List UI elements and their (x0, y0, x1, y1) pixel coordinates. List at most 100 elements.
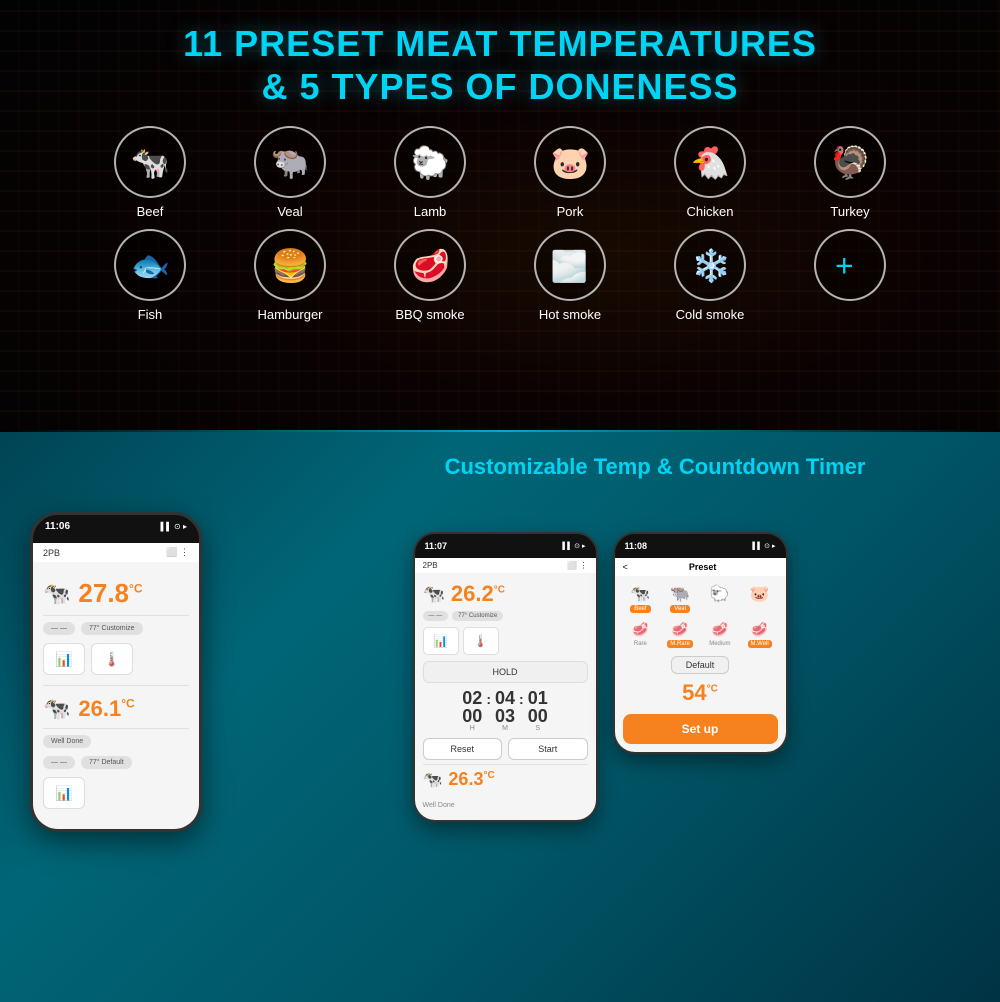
meat-item-fish: 🐟 Fish (95, 229, 205, 322)
doneness-mwell-tag[interactable]: M.Well (748, 640, 772, 648)
phone-1-probe1: 🐄 27.8°C (43, 572, 189, 616)
coldsmoke-icon: ❄️ (688, 243, 732, 287)
phone-1-animal1: 🐄 (43, 581, 70, 607)
phone-2-timer-buttons: Reset Start (423, 738, 588, 760)
top-section: 11 PRESET MEAT TEMPERATURES & 5 TYPES OF… (0, 0, 1000, 430)
svg-text:🦃: 🦃 (831, 145, 870, 181)
phone-1-pill1: — — (43, 622, 75, 635)
phone-2-sub1: — — 77° Customize (423, 611, 588, 621)
svg-text:🐄: 🐄 (131, 145, 170, 181)
phone-2: 11:07 ▌▌ ⊙ ▸ 2PB ⬜ ⋮ 🐄 26.2°C — — (413, 532, 598, 982)
doneness-medium-tag[interactable]: Medium (706, 640, 733, 648)
animal-pork-icon: 🐷 (750, 584, 770, 604)
lamb-label: Lamb (414, 204, 447, 219)
phone-2-outer: 11:07 ▌▌ ⊙ ▸ 2PB ⬜ ⋮ 🐄 26.2°C — — (413, 532, 598, 822)
setup-btn[interactable]: Set up (623, 714, 778, 744)
timer-m-sub: 04 (495, 689, 515, 707)
animal-veal: 🐃 Veal (662, 584, 698, 613)
phone-3-back[interactable]: < (623, 562, 628, 572)
phone-1-chart-btn2[interactable]: 📊 (43, 777, 85, 809)
meat-item-coldsmoke: ❄️ Cold smoke (655, 229, 765, 322)
phone-3-time: 11:08 (625, 541, 648, 551)
fish-icon: 🐟 (128, 243, 172, 287)
preset-temp-display: 54°C (623, 680, 778, 706)
phone-2-probe1: 🐄 26.2°C (423, 581, 588, 607)
turkey-label: Turkey (830, 204, 869, 219)
meat-item-pork: 🐷 Pork (515, 126, 625, 219)
svg-text:🐟: 🐟 (131, 248, 170, 284)
pork-icon-circle: 🐷 (534, 126, 606, 198)
phone-2-temp-btn[interactable]: 🌡️ (463, 627, 499, 655)
default-btn[interactable]: Default (671, 656, 730, 674)
bottom-section: Customizable Temp & Countdown Timer 11:0… (0, 432, 1000, 1002)
timer-h-col: 02 00 H (462, 689, 482, 732)
coldsmoke-label: Cold smoke (676, 307, 745, 322)
phone-2-chart-btn[interactable]: 📊 (423, 627, 459, 655)
meat-row-2: 🐟 Fish 🍔 Hamburger 🥩 BBQ smoke 🌫️ (40, 229, 960, 322)
phone-2-customize1: 77° Customize (452, 611, 503, 621)
phone-1-doneness2: Well Done (43, 735, 91, 748)
timer-s: 00 (528, 707, 548, 725)
timer-sep2: : (519, 689, 524, 732)
fish-label: Fish (138, 307, 163, 322)
phone-2-status: ▌▌ ⊙ ▸ (562, 542, 585, 550)
phone-1-body: 🐄 27.8°C — — 77° Customize 📊 🌡️ 🐄 (33, 562, 199, 829)
animal-pork-tag[interactable]: Pork (749, 605, 769, 613)
timer-h-sub: 02 (462, 689, 482, 707)
phone-2-temp1: 26.2°C (451, 581, 505, 607)
animal-veal-icon: 🐃 (670, 584, 690, 604)
doneness-mrare-tag[interactable]: M.Rare (667, 640, 693, 648)
phone-1-temp-btn[interactable]: 🌡️ (91, 643, 133, 675)
phone-1-sub2: Well Done (43, 735, 189, 748)
animal-lamb-tag[interactable]: Lamb (708, 605, 731, 613)
main-title: 11 PRESET MEAT TEMPERATURES & 5 TYPES OF… (0, 0, 1000, 108)
phone-1-default2: 77° Default (81, 756, 132, 769)
phone-3-status: ▌▌ ⊙ ▸ (752, 542, 775, 550)
pork-label: Pork (557, 204, 584, 219)
veal-icon-circle: 🐃 (254, 126, 326, 198)
doneness-rare: 🥩 Rare (623, 621, 659, 648)
svg-text:🐃: 🐃 (271, 145, 310, 181)
doneness-mrare-icon: 🥩 (671, 621, 688, 638)
phone-2-start-btn[interactable]: Start (508, 738, 588, 760)
chicken-label: Chicken (687, 204, 734, 219)
svg-text:❄️: ❄️ (692, 248, 731, 284)
animal-pork: 🐷 Pork (742, 584, 778, 613)
phone-1-btns1: 📊 🌡️ (43, 643, 189, 675)
mid-phones: 11:07 ▌▌ ⊙ ▸ 2PB ⬜ ⋮ 🐄 26.2°C — — (230, 532, 970, 982)
phone-1-outer: 11:06 ▌▌ ⊙ ▸ 2PB ⬜ ⋮ 🐄 27.8°C — — 77 (30, 512, 202, 832)
phone-1-temp2: 26.1°C (78, 696, 134, 722)
timer-h-label: H (470, 725, 475, 732)
phone-2-doneness2: Well Done (423, 802, 455, 809)
chicken-icon: 🐔 (688, 140, 732, 184)
phone-2-header: 2PB ⬜ ⋮ (415, 558, 596, 573)
doneness-rare-tag[interactable]: Rare (631, 640, 650, 648)
timer-s-sub: 01 (528, 689, 548, 707)
animal-veal-tag[interactable]: Veal (670, 605, 690, 613)
doneness-rare-icon: 🥩 (632, 621, 649, 638)
doneness-medium: 🥩 Medium (702, 621, 738, 648)
phone-2-toggle: ⬜ ⋮ (567, 561, 587, 570)
bbqsmoke-icon: 🥩 (408, 243, 452, 287)
doneness-mwell-icon: 🥩 (751, 621, 768, 638)
phone-2-hold-btn[interactable]: HOLD (423, 661, 588, 683)
phone-2-temp2: 26.3°C (448, 769, 494, 790)
phone-2-notchbar: 11:07 ▌▌ ⊙ ▸ (415, 534, 596, 558)
timer-s-col: 01 00 S (528, 689, 548, 732)
phone-1-divider (43, 685, 189, 686)
phone-3: 11:08 ▌▌ ⊙ ▸ < Preset 🐄 Beef � (613, 532, 788, 982)
doneness-medium-icon: 🥩 (711, 621, 728, 638)
phone-1-app: 2PB (43, 548, 60, 558)
svg-text:🐷: 🐷 (551, 145, 590, 181)
turkey-icon: 🦃 (828, 140, 872, 184)
phone-2-reset-btn[interactable]: Reset (423, 738, 503, 760)
phone-1-sub2b: — — 77° Default (43, 756, 189, 769)
title-line1: 11 PRESET MEAT TEMPERATURES (183, 23, 817, 64)
phone-1-chart-btn[interactable]: 📊 (43, 643, 85, 675)
custom-plus-icon: + (828, 243, 872, 287)
phone-1-customize1: 77° Customize (81, 622, 143, 635)
animal-beef-tag[interactable]: Beef (630, 605, 650, 613)
svg-text:🌫️: 🌫️ (551, 249, 588, 284)
phone-2-app: 2PB (423, 561, 438, 570)
phone-2-timer: 02 00 H : 04 03 M : 01 00 (423, 689, 588, 732)
